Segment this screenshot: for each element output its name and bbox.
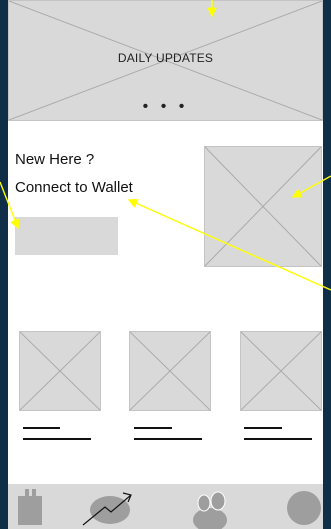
new-here-text: New Here ? <box>15 151 95 168</box>
connect-wallet-button[interactable] <box>15 217 118 255</box>
nav-community-button[interactable] <box>190 486 232 529</box>
nav-profile-button[interactable] <box>287 491 321 525</box>
bag-icon <box>18 489 42 525</box>
card-title-line-1 <box>23 427 60 429</box>
hero-image-placeholder <box>204 146 322 267</box>
card-title-line-3 <box>244 427 282 429</box>
placeholder-cross <box>20 332 100 410</box>
carousel-pager-dots[interactable]: • • • <box>9 99 322 115</box>
placeholder-cross <box>130 332 210 410</box>
nav-trending-button[interactable] <box>81 486 141 528</box>
nav-bag-button[interactable] <box>17 488 43 526</box>
placeholder-cross <box>205 147 321 266</box>
app-screen: DAILY UPDATES • • • New Here ? Connect t… <box>8 0 323 529</box>
card-subtitle-line-1 <box>23 438 91 440</box>
bottom-navigation <box>8 484 323 529</box>
connect-wallet-text: Connect to Wallet <box>15 179 133 196</box>
card-image-2[interactable] <box>129 331 211 411</box>
placeholder-cross <box>241 332 321 410</box>
daily-updates-banner[interactable]: DAILY UPDATES • • • <box>8 0 323 121</box>
card-subtitle-line-2 <box>134 438 202 440</box>
card-subtitle-line-3 <box>244 438 312 440</box>
trending-chart-icon <box>82 492 132 526</box>
profile-icon <box>287 491 321 525</box>
card-image-1[interactable] <box>19 331 101 411</box>
card-title-line-2 <box>134 427 172 429</box>
users-icon <box>193 491 227 529</box>
banner-title: DAILY UPDATES <box>117 51 214 65</box>
card-image-3[interactable] <box>240 331 322 411</box>
